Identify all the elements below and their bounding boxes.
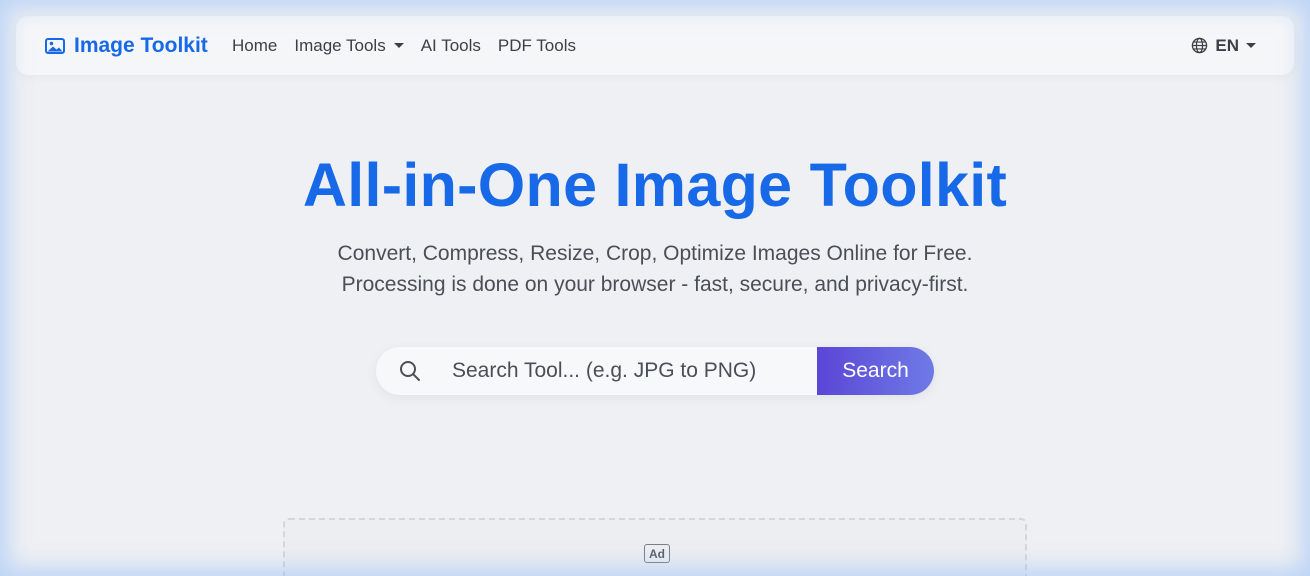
search-button[interactable]: Search (817, 347, 934, 395)
nav-item-label: Image Tools (294, 35, 386, 55)
search-input[interactable] (376, 347, 817, 395)
hero-title: All-in-One Image Toolkit (302, 151, 1008, 219)
nav-links: Home Image Tools AI Tools PDF Tools (232, 16, 576, 75)
brand-logo-link[interactable]: Image Toolkit (44, 16, 208, 75)
hero-subtitle: Convert, Compress, Resize, Crop, Optimiz… (0, 238, 1310, 300)
language-label: EN (1215, 35, 1239, 55)
nav-item-image-tools[interactable]: Image Tools (294, 35, 404, 56)
nav-item-pdf-tools[interactable]: PDF Tools (498, 36, 576, 56)
caret-down-icon (1246, 43, 1256, 48)
navbar: Image Toolkit Home Image Tools AI Tools … (16, 16, 1294, 75)
hero-subtitle-line-1: Convert, Compress, Resize, Crop, Optimiz… (337, 242, 973, 265)
ad-icon: Ad (644, 544, 670, 563)
ad-placeholder: Ad (283, 518, 1027, 576)
nav-item-home[interactable]: Home (232, 36, 277, 56)
nav-item-ai-tools[interactable]: AI Tools (421, 36, 481, 56)
image-icon (44, 35, 66, 57)
search-bar: Search (376, 347, 934, 395)
nav-item-label: Home (232, 35, 278, 55)
nav-item-label: AI Tools (420, 35, 481, 55)
brand-name: Image Toolkit (74, 33, 208, 57)
nav-item-label: PDF Tools (497, 35, 576, 55)
globe-icon (1191, 37, 1208, 54)
language-selector[interactable]: EN (1191, 16, 1256, 75)
hero-subtitle-line-2: Processing is done on your browser - fas… (341, 273, 969, 296)
caret-down-icon (393, 43, 404, 48)
